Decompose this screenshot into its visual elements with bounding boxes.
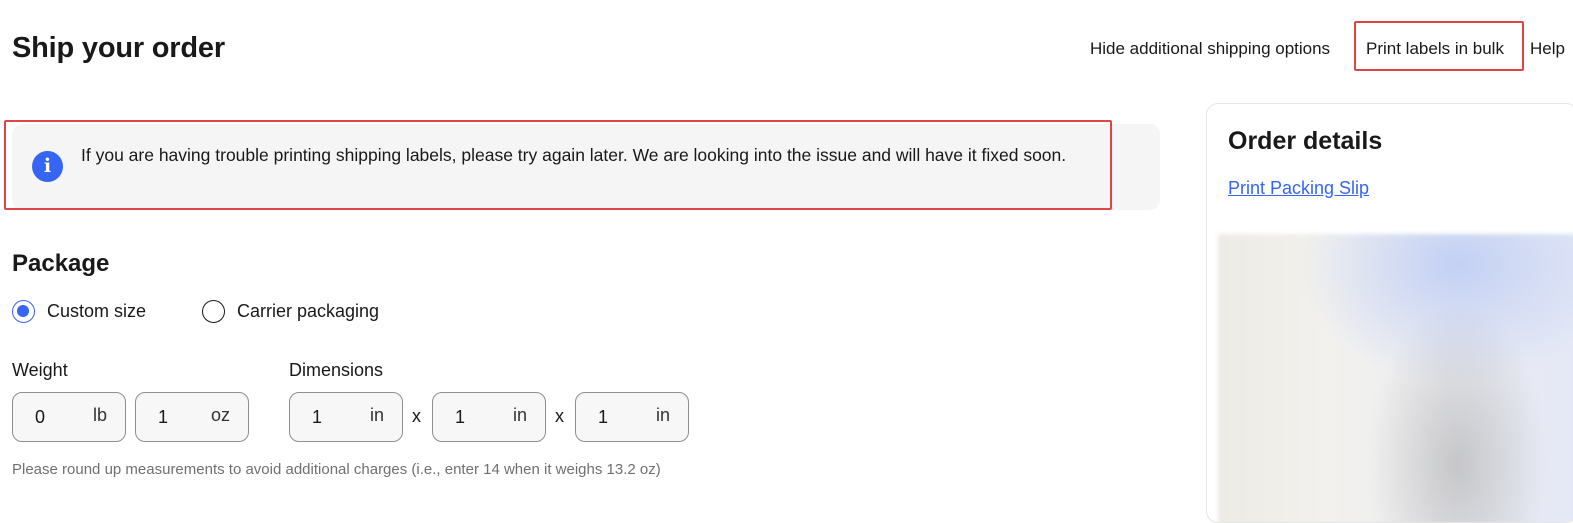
- notice-text: If you are having trouble printing shipp…: [81, 145, 1067, 165]
- height-input[interactable]: 1 in: [575, 392, 689, 442]
- help-link[interactable]: Help: [1530, 38, 1565, 60]
- length-value: 1: [312, 407, 323, 427]
- print-labels-bulk-link[interactable]: Print labels in bulk: [1366, 38, 1504, 60]
- order-details-panel: Order details Print Packing Slip: [1206, 103, 1573, 523]
- weight-oz-unit: oz: [210, 405, 230, 425]
- hide-shipping-options-link[interactable]: Hide additional shipping options: [1090, 38, 1330, 60]
- item-image: [1218, 234, 1573, 522]
- custom-size-option[interactable]: Custom size: [12, 300, 146, 323]
- dimension-separator: x: [412, 406, 421, 426]
- carrier-packaging-option[interactable]: Carrier packaging: [202, 300, 379, 323]
- length-input[interactable]: 1 in: [289, 392, 403, 442]
- weight-label: Weight: [12, 360, 68, 380]
- weight-lb-input[interactable]: 0 lb: [12, 392, 126, 442]
- width-value: 1: [455, 407, 466, 427]
- width-unit: in: [512, 405, 527, 425]
- package-title: Package: [12, 250, 110, 277]
- carrier-packaging-radio[interactable]: [202, 300, 225, 323]
- info-icon: i: [32, 151, 63, 182]
- weight-oz-value: 1: [158, 407, 169, 427]
- dimension-separator: x: [555, 406, 564, 426]
- print-packing-slip-link[interactable]: Print Packing Slip: [1228, 178, 1369, 199]
- weight-oz-input[interactable]: 1 oz: [135, 392, 249, 442]
- height-value: 1: [598, 407, 609, 427]
- dimensions-label: Dimensions: [289, 360, 384, 380]
- height-unit: in: [655, 405, 670, 425]
- custom-size-label: Custom size: [47, 301, 147, 321]
- weight-lb-value: 0: [35, 407, 46, 427]
- custom-size-radio[interactable]: [12, 300, 35, 323]
- header-links: Hide additional shipping options Print l…: [1090, 21, 1565, 71]
- width-input[interactable]: 1 in: [432, 392, 546, 442]
- carrier-packaging-label: Carrier packaging: [237, 301, 380, 321]
- page-title: Ship your order: [12, 32, 225, 64]
- weight-lb-unit: lb: [92, 405, 107, 425]
- length-unit: in: [369, 405, 384, 425]
- order-details-title: Order details: [1228, 127, 1383, 155]
- notice-banner: [12, 124, 1160, 210]
- measurement-hint: Please round up measurements to avoid ad…: [12, 461, 661, 478]
